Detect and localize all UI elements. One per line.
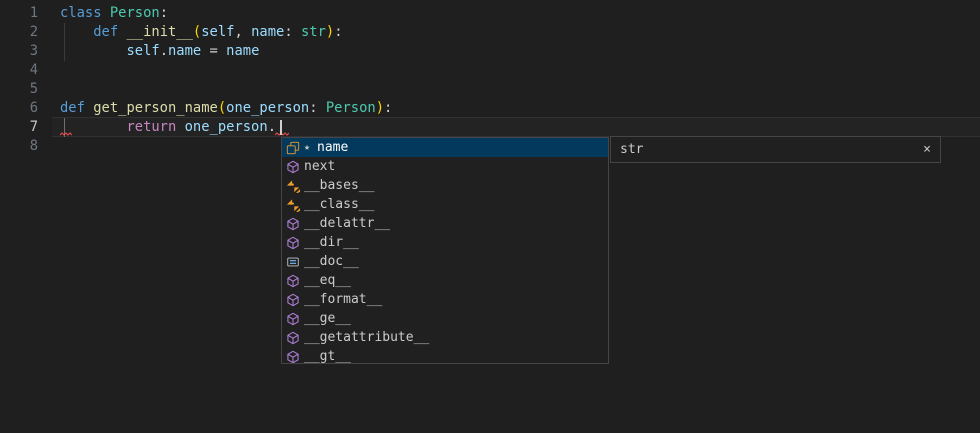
code-editor: 12345678 class Person: def __init__(self…	[0, 0, 980, 433]
gutter: 12345678	[0, 4, 38, 156]
method-icon	[285, 330, 301, 346]
line-number[interactable]: 5	[0, 80, 38, 99]
line-number[interactable]: 1	[0, 4, 38, 23]
code-token: (	[218, 100, 226, 116]
code-line[interactable]: self.name = name	[60, 42, 392, 61]
code-line[interactable]: return one_person.	[60, 118, 392, 137]
code-token: ,	[234, 24, 251, 40]
code-token	[85, 100, 93, 116]
suggest-widget: ★namenext__bases____class____delattr____…	[281, 137, 609, 364]
suggest-details-panel: str ×	[610, 136, 941, 163]
method-icon	[285, 311, 301, 327]
text-cursor	[280, 120, 282, 135]
intellicode-star-icon: ★	[304, 138, 317, 157]
suggestion-label: name	[317, 138, 348, 157]
suggestion-label: __doc__	[304, 252, 359, 271]
suggestion-label: __eq__	[304, 271, 351, 290]
suggestion-label: __delattr__	[304, 214, 390, 233]
suggestion-label: __class__	[304, 195, 374, 214]
code-token: one_person	[226, 100, 309, 116]
suggestion-label: __bases__	[304, 176, 374, 195]
constant-icon	[285, 254, 301, 270]
code-area[interactable]: class Person: def __init__(self, name: s…	[60, 4, 392, 156]
suggestion-item[interactable]: ★name	[282, 138, 608, 157]
suggestion-item[interactable]: __class__	[282, 195, 608, 214]
code-token: )	[326, 24, 334, 40]
line-number[interactable]: 7	[0, 118, 38, 137]
class-icon	[285, 178, 301, 194]
code-token: __init__	[126, 24, 192, 40]
method-icon	[285, 349, 301, 365]
code-token: :	[309, 100, 326, 116]
suggest-details-text: str	[620, 140, 643, 159]
suggestion-label: __dir__	[304, 233, 359, 252]
code-token: name	[251, 24, 284, 40]
line-number[interactable]: 3	[0, 42, 38, 61]
code-token: name	[226, 43, 259, 59]
code-token: :	[160, 5, 168, 21]
code-token: get_person_name	[93, 100, 218, 116]
suggestion-item[interactable]: __format__	[282, 290, 608, 309]
code-token: one_person	[185, 119, 268, 135]
code-token: :	[384, 100, 392, 116]
suggestion-label: __format__	[304, 290, 382, 309]
code-token	[60, 43, 126, 59]
code-line[interactable]: def get_person_name(one_person: Person):	[60, 99, 392, 118]
code-token: )	[376, 100, 384, 116]
code-token: Person	[326, 100, 376, 116]
code-token: self	[126, 43, 159, 59]
field-icon	[285, 140, 301, 156]
method-icon	[285, 273, 301, 289]
code-token: def	[60, 100, 85, 116]
line-number[interactable]: 6	[0, 99, 38, 118]
line-number[interactable]: 4	[0, 61, 38, 80]
code-token: return	[126, 119, 176, 135]
method-icon	[285, 159, 301, 175]
error-squiggle	[275, 132, 289, 136]
code-token	[60, 24, 93, 40]
code-token	[102, 5, 110, 21]
suggestion-label: next	[304, 157, 335, 176]
code-token: .	[160, 43, 168, 59]
method-icon	[285, 235, 301, 251]
code-token: (	[193, 24, 201, 40]
code-token: def	[93, 24, 118, 40]
line-number[interactable]: 8	[0, 137, 38, 156]
code-token: name	[168, 43, 201, 59]
code-token: class	[60, 5, 102, 21]
code-token: str	[301, 24, 326, 40]
code-token: :	[284, 24, 301, 40]
suggestion-item[interactable]: __getattribute__	[282, 328, 608, 347]
code-token: :	[334, 24, 342, 40]
suggestion-item[interactable]: __delattr__	[282, 214, 608, 233]
code-token	[176, 119, 184, 135]
suggestion-item[interactable]: __dir__	[282, 233, 608, 252]
code-token: self	[201, 24, 234, 40]
suggestion-item[interactable]: __eq__	[282, 271, 608, 290]
suggestion-item[interactable]: __gt__	[282, 347, 608, 364]
code-token: =	[201, 43, 226, 59]
suggestion-item[interactable]: next	[282, 157, 608, 176]
suggestion-label: __getattribute__	[304, 328, 429, 347]
suggestion-item[interactable]: __ge__	[282, 309, 608, 328]
code-token: Person	[110, 5, 160, 21]
class-icon	[285, 197, 301, 213]
code-line[interactable]	[60, 80, 392, 99]
method-icon	[285, 216, 301, 232]
suggestion-label: __ge__	[304, 309, 351, 328]
method-icon	[285, 292, 301, 308]
code-line[interactable]: class Person:	[60, 4, 392, 23]
code-line[interactable]: def __init__(self, name: str):	[60, 23, 392, 42]
code-line[interactable]	[60, 61, 392, 80]
suggestion-label: __gt__	[304, 347, 351, 364]
error-squiggle	[60, 132, 72, 136]
suggestion-item[interactable]: __doc__	[282, 252, 608, 271]
line-number[interactable]: 2	[0, 23, 38, 42]
suggestion-item[interactable]: __bases__	[282, 176, 608, 195]
close-icon[interactable]: ×	[923, 143, 931, 156]
